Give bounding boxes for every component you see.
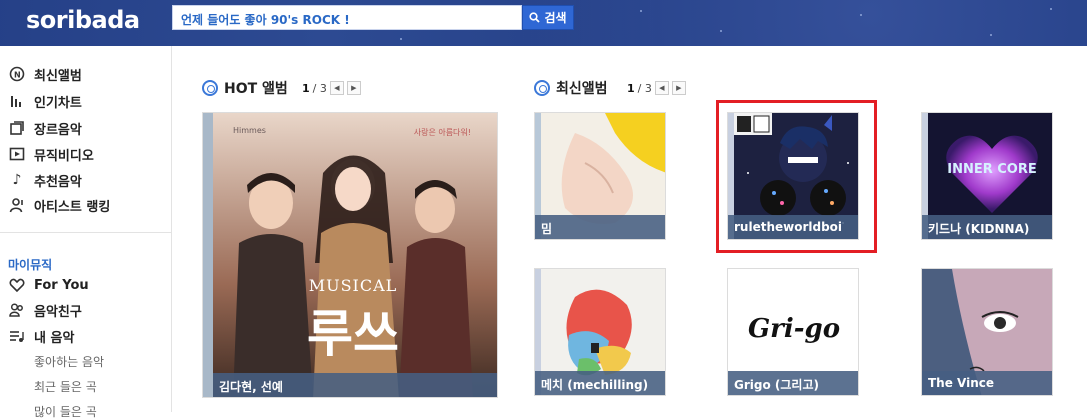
search-button-label: 검색 xyxy=(544,11,567,25)
album-card[interactable]: The Vince xyxy=(921,268,1053,396)
sidebar-item-label: 뮤직비디오 xyxy=(34,148,94,164)
hot-icon xyxy=(202,80,218,96)
star-decoration xyxy=(720,30,722,32)
new-icon xyxy=(534,80,550,96)
sidebar-item-label: 내 음악 xyxy=(34,330,75,346)
sidebar-item-label: 음악친구 xyxy=(34,304,82,320)
star-decoration xyxy=(640,10,642,12)
sidebar-divider xyxy=(0,232,171,233)
new-pager: 1 / 3 ◀ ▶ xyxy=(627,81,686,95)
search-input[interactable]: 언제 들어도 좋아 90's ROCK ! xyxy=(172,5,522,30)
album-card[interactable]: Gri-go Grigo (그리고) xyxy=(727,268,859,396)
heart-icon xyxy=(8,276,26,294)
genre-icon xyxy=(8,119,26,137)
search-value: 언제 들어도 좋아 90's ROCK ! xyxy=(181,13,350,27)
header: soribada 언제 들어도 좋아 90's ROCK ! 검색 xyxy=(0,0,1087,46)
album-caption: 김다현, 선예 xyxy=(213,373,497,397)
cover-text: INNER CORE xyxy=(947,162,1037,177)
video-icon xyxy=(8,145,26,163)
sidebar-item-label: 장르음악 xyxy=(34,122,82,138)
sidebar-item-recommend[interactable]: ♪ 추천음악 xyxy=(8,169,82,191)
prev-page-button[interactable]: ◀ xyxy=(329,81,344,95)
cover-text: Gri-go xyxy=(748,314,840,344)
chart-icon xyxy=(8,92,26,110)
my-music-title: 마이뮤직 xyxy=(8,258,53,272)
new-album-icon: N xyxy=(8,65,26,83)
album-caption: The Vince xyxy=(922,371,1052,395)
sidebar-subitem-liked[interactable]: 좋아하는 음악 xyxy=(34,353,104,370)
sidebar-item-video[interactable]: 뮤직비디오 xyxy=(8,143,94,165)
next-page-button[interactable]: ▶ xyxy=(346,81,361,95)
hot-album-card[interactable]: MUSICAL 루쓰 Himmes 사랑은 아름다워! 김다현, 선예 xyxy=(202,112,498,398)
sidebar-item-label: 인기차트 xyxy=(34,95,82,111)
search-icon xyxy=(529,12,541,23)
sidebar-item-genre[interactable]: 장르음악 xyxy=(8,117,82,139)
star-decoration xyxy=(400,38,402,40)
new-page-current: 1 xyxy=(627,81,635,95)
sidebar-item-my-music[interactable]: 내 음악 xyxy=(8,325,74,347)
artist-icon xyxy=(8,196,26,214)
hot-album-cover: MUSICAL 루쓰 Himmes 사랑은 아름다워! xyxy=(213,113,497,397)
sidebar-item-new-album[interactable]: N 최신앨범 xyxy=(8,63,82,85)
playlist-icon xyxy=(8,327,26,345)
hot-page-current: 1 xyxy=(302,81,310,95)
sidebar-item-label: 아티스트 랭킹 xyxy=(34,199,111,215)
hot-section-title: HOT 앨범 xyxy=(202,78,288,98)
album-card[interactable]: 메치 (mechilling) xyxy=(534,268,666,396)
music-note-icon: ♪ xyxy=(12,172,22,188)
hot-page-total: / 3 xyxy=(312,81,327,95)
album-caption: 메치 (mechilling) xyxy=(535,371,665,395)
hot-pager: 1 / 3 ◀ ▶ xyxy=(302,81,361,95)
album-card[interactable]: 밈 xyxy=(534,112,666,240)
friends-icon xyxy=(8,301,26,319)
star-decoration xyxy=(860,14,862,16)
sidebar-item-label: 추천음악 xyxy=(34,174,82,190)
sidebar: N 최신앨범 인기차트 장르음악 뮤직비디오 ♪ 추천음악 아티스트 랭킹 마이… xyxy=(0,46,172,419)
prev-page-button[interactable]: ◀ xyxy=(654,81,669,95)
hot-title-label: HOT 앨범 xyxy=(224,81,288,97)
album-caption: Grigo (그리고) xyxy=(728,371,858,395)
album-caption: 키드나 (KIDNNA) xyxy=(922,215,1052,239)
selected-album-highlight xyxy=(716,100,877,253)
new-title-label: 최신앨범 xyxy=(556,81,608,97)
sidebar-item-for-you[interactable]: For You xyxy=(8,274,89,296)
sidebar-item-label: 최신앨범 xyxy=(34,68,82,84)
new-page-total: / 3 xyxy=(637,81,652,95)
logo[interactable]: soribada xyxy=(26,6,140,34)
cover-brand-text: Himmes xyxy=(233,126,266,135)
album-card[interactable]: INNER CORE 키드나 (KIDNNA) xyxy=(921,112,1053,240)
sidebar-item-label: For You xyxy=(34,277,89,293)
next-page-button[interactable]: ▶ xyxy=(671,81,686,95)
svg-text:N: N xyxy=(14,71,21,80)
star-decoration xyxy=(1050,8,1052,10)
cover-big-text: 루쓰 xyxy=(307,305,399,363)
search-button[interactable]: 검색 xyxy=(522,5,574,30)
sidebar-item-friends[interactable]: 음악친구 xyxy=(8,299,82,321)
sidebar-item-chart[interactable]: 인기차트 xyxy=(8,90,82,112)
cover-title-text: MUSICAL xyxy=(309,276,398,295)
album-caption: 밈 xyxy=(535,215,665,239)
cover-small-text: 사랑은 아름다워! xyxy=(414,127,471,137)
new-section-title: 최신앨범 xyxy=(534,78,608,98)
sidebar-item-artist-ranking[interactable]: 아티스트 랭킹 xyxy=(8,194,110,216)
sidebar-subitem-recent[interactable]: 최근 들은 곡 xyxy=(34,378,97,395)
star-decoration xyxy=(990,34,992,36)
